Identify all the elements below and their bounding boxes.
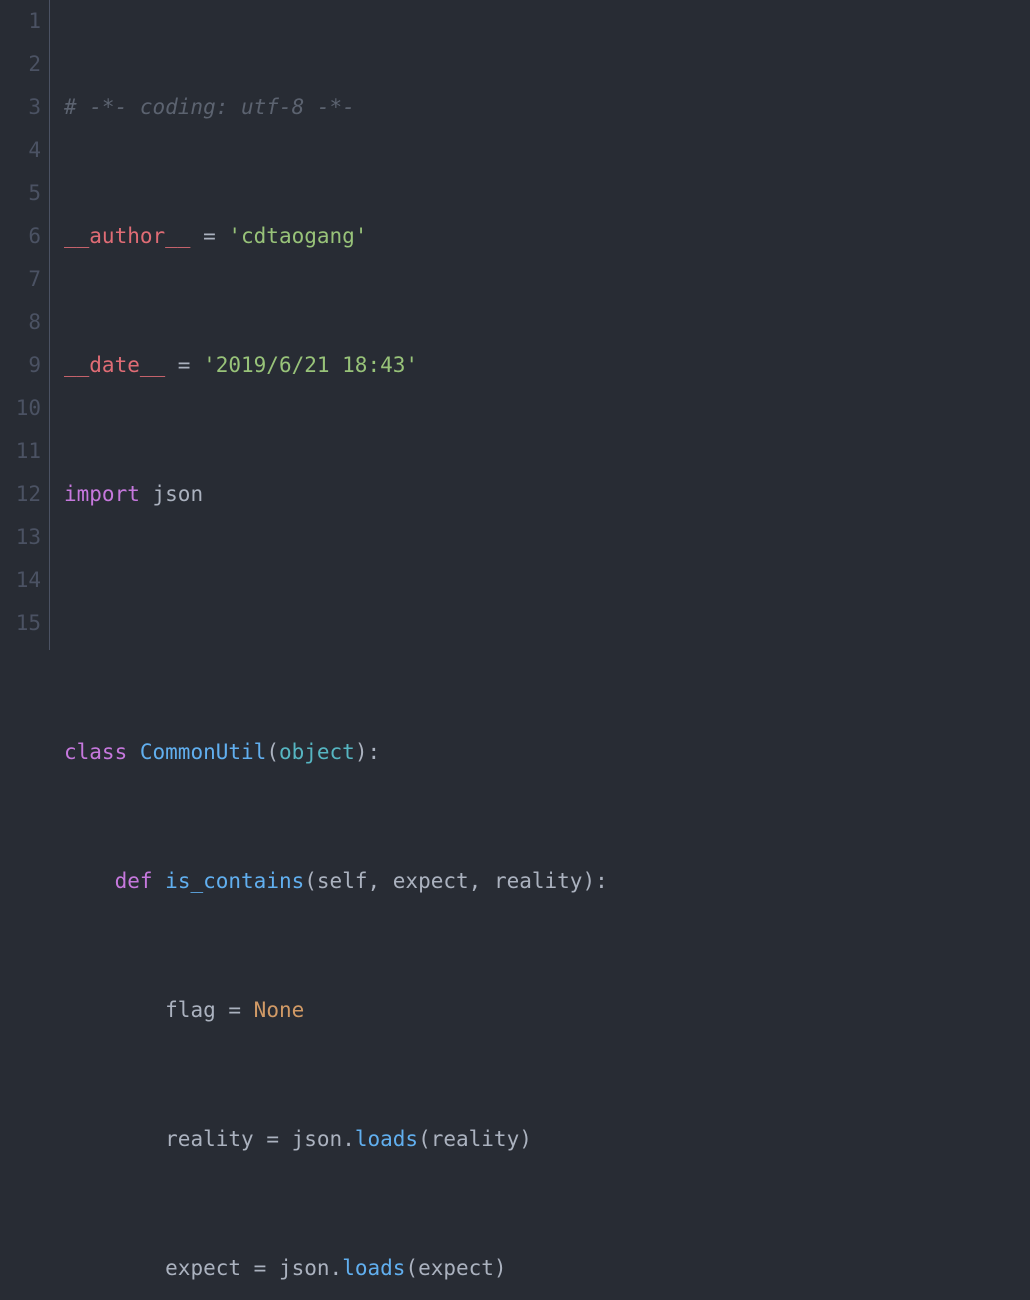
code-editor: 1 2 3 4 5 6 7 8 9 10 11 12 13 14 15 # -*… — [0, 0, 1030, 650]
line-number: 3 — [0, 86, 41, 129]
punct-token: . — [342, 1127, 355, 1151]
punct-token: ( — [418, 1127, 431, 1151]
code-line[interactable]: flag = None — [64, 989, 1030, 1032]
builtin-token: object — [279, 740, 355, 764]
comment-token: # -*- coding: utf-8 -*- — [64, 95, 355, 119]
constant-token: None — [254, 998, 305, 1022]
operator-token: = — [165, 353, 203, 377]
module-token: json — [153, 482, 204, 506]
punct-token: ): — [355, 740, 380, 764]
object-token: json — [292, 1127, 343, 1151]
line-number: 8 — [0, 301, 41, 344]
space-token — [153, 869, 166, 893]
line-number: 6 — [0, 215, 41, 258]
code-line[interactable]: # -*- coding: utf-8 -*- — [64, 86, 1030, 129]
punct-token: ) — [494, 1256, 507, 1280]
line-number: 9 — [0, 344, 41, 387]
code-line[interactable]: reality = json.loads(reality) — [64, 1118, 1030, 1161]
punct-token: , — [469, 869, 494, 893]
indent-token — [64, 998, 165, 1022]
object-token: json — [279, 1256, 330, 1280]
line-number: 15 — [0, 602, 41, 645]
arg-token: reality — [431, 1127, 520, 1151]
variable-token: flag — [165, 998, 216, 1022]
keyword-token: import — [64, 482, 140, 506]
arg-token: expect — [418, 1256, 494, 1280]
code-line[interactable]: __date__ = '2019/6/21 18:43' — [64, 344, 1030, 387]
line-number-gutter: 1 2 3 4 5 6 7 8 9 10 11 12 13 14 15 — [0, 0, 50, 650]
punct-token: ) — [519, 1127, 532, 1151]
operator-token: = — [216, 998, 254, 1022]
operator-token: = — [241, 1256, 279, 1280]
punct-token: , — [367, 869, 392, 893]
param-token: reality — [494, 869, 583, 893]
string-token: '2019/6/21 18:43' — [203, 353, 418, 377]
indent-token — [64, 1127, 165, 1151]
code-line[interactable]: class CommonUtil(object): — [64, 731, 1030, 774]
punct-token: ( — [304, 869, 317, 893]
variable-token: reality — [165, 1127, 254, 1151]
code-line[interactable]: expect = json.loads(expect) — [64, 1247, 1030, 1290]
punct-token: ): — [582, 869, 607, 893]
code-line[interactable] — [64, 602, 1030, 645]
code-line[interactable]: __author__ = 'cdtaogang' — [64, 215, 1030, 258]
line-number: 14 — [0, 559, 41, 602]
punct-token: ( — [405, 1256, 418, 1280]
param-token: self — [317, 869, 368, 893]
line-number: 4 — [0, 129, 41, 172]
line-number: 12 — [0, 473, 41, 516]
line-number: 5 — [0, 172, 41, 215]
method-token: loads — [342, 1256, 405, 1280]
dunder-token: __author__ — [64, 224, 190, 248]
method-token: loads — [355, 1127, 418, 1151]
keyword-token: def — [115, 869, 153, 893]
code-line[interactable]: import json — [64, 473, 1030, 516]
line-number: 2 — [0, 43, 41, 86]
indent-token — [64, 1256, 165, 1280]
code-line[interactable]: def is_contains(self, expect, reality): — [64, 860, 1030, 903]
line-number: 1 — [0, 0, 41, 43]
line-number: 7 — [0, 258, 41, 301]
punct-token: . — [330, 1256, 343, 1280]
space-token — [140, 482, 153, 506]
string-token: 'cdtaogang' — [228, 224, 367, 248]
dunder-token: __date__ — [64, 353, 165, 377]
funcname-token: is_contains — [165, 869, 304, 893]
punct-token: ( — [266, 740, 279, 764]
line-number: 13 — [0, 516, 41, 559]
operator-token: = — [190, 224, 228, 248]
variable-token: expect — [165, 1256, 241, 1280]
space-token — [127, 740, 140, 764]
line-number: 10 — [0, 387, 41, 430]
operator-token: = — [254, 1127, 292, 1151]
keyword-token: class — [64, 740, 127, 764]
line-number: 11 — [0, 430, 41, 473]
indent-token — [64, 869, 115, 893]
param-token: expect — [393, 869, 469, 893]
code-area[interactable]: # -*- coding: utf-8 -*- __author__ = 'cd… — [50, 0, 1030, 650]
classname-token: CommonUtil — [140, 740, 266, 764]
